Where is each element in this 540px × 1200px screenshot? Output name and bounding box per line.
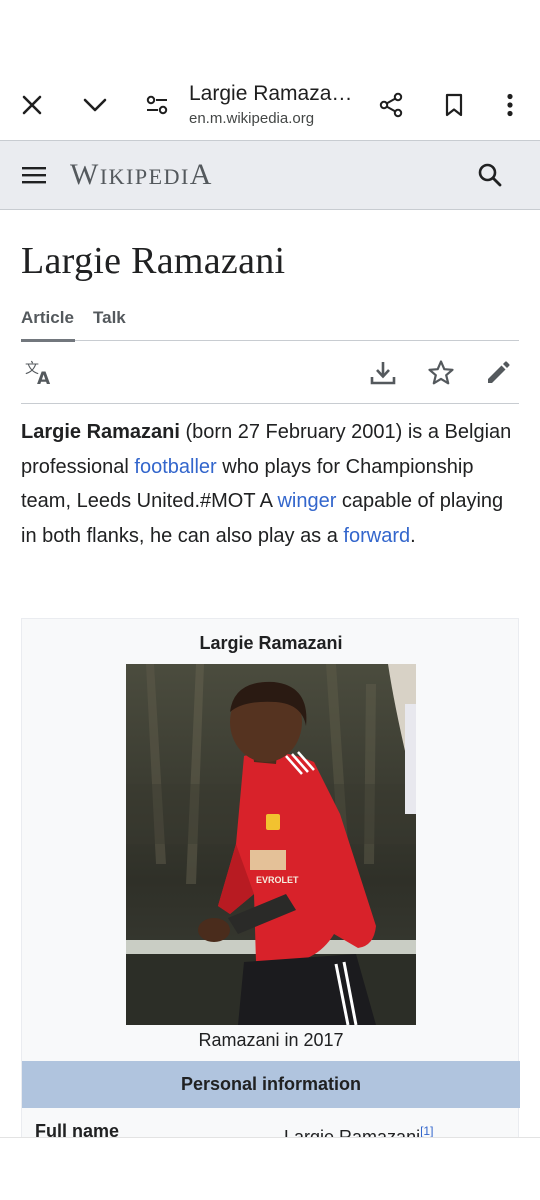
link-forward[interactable]: forward xyxy=(343,525,410,547)
menu-icon[interactable] xyxy=(16,157,52,193)
lead-text: . xyxy=(410,524,416,547)
svg-text:EVROLET: EVROLET xyxy=(256,875,299,885)
page-title-text: Largie Ramazani... xyxy=(189,82,364,105)
lead-paragraph: Largie Ramazani (born 27 February 2001) … xyxy=(21,415,519,553)
search-icon[interactable] xyxy=(472,157,508,193)
more-vert-icon[interactable] xyxy=(492,87,528,123)
edit-pencil-icon[interactable] xyxy=(481,356,515,390)
download-icon[interactable] xyxy=(366,356,400,390)
infobox-caption: Ramazani in 2017 xyxy=(198,1030,344,1050)
article-subject-bold: Largie Ramazani xyxy=(21,421,180,443)
infobox-title: Largie Ramazani xyxy=(199,633,343,653)
wikipedia-logo[interactable]: WIKIPEDIA xyxy=(70,157,213,195)
browser-toolbar: Largie Ramazani... en.m.wikipedia.org xyxy=(0,70,540,140)
tab-article[interactable]: Article xyxy=(21,304,74,332)
page-info[interactable]: Largie Ramazani... en.m.wikipedia.org xyxy=(189,80,364,129)
infobox: Largie Ramazani EVROLET Ramazani in 2017… xyxy=(21,618,520,1148)
link-winger[interactable]: winger xyxy=(277,490,336,512)
status-bar xyxy=(0,0,540,70)
navigation-area xyxy=(0,1138,540,1200)
language-icon[interactable]: 文 A xyxy=(23,356,57,390)
share-icon[interactable] xyxy=(373,87,409,123)
link-footballer[interactable]: footballer xyxy=(134,456,216,478)
reference-link[interactable]: [1] xyxy=(420,1124,433,1138)
infobox-section-header: Personal information xyxy=(22,1061,520,1108)
url-text: en.m.wikipedia.org xyxy=(189,110,315,127)
chevron-down-icon[interactable] xyxy=(77,87,113,123)
article-title: Largie Ramazani xyxy=(21,240,286,282)
svg-text:A: A xyxy=(37,369,51,387)
tab-talk[interactable]: Talk xyxy=(93,304,126,332)
wikipedia-header: WIKIPEDIA xyxy=(0,140,540,210)
site-settings-icon[interactable] xyxy=(139,87,175,123)
article-tabs: Article Talk xyxy=(21,296,519,342)
player-photo[interactable]: EVROLET xyxy=(126,664,416,1025)
bookmark-icon[interactable] xyxy=(436,87,472,123)
page-actions: 文 A xyxy=(21,342,519,404)
close-icon[interactable] xyxy=(14,87,50,123)
watch-star-icon[interactable] xyxy=(424,356,458,390)
